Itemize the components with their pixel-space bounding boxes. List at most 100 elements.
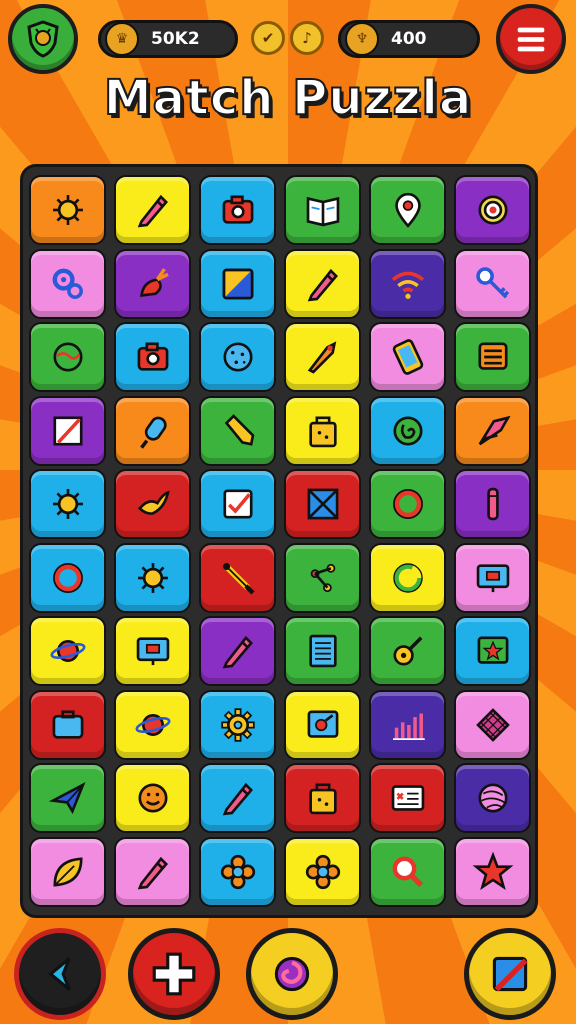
waffle-icon	[475, 707, 510, 742]
sun-icon	[52, 489, 83, 519]
music-coin-icon[interactable]: ♪	[290, 21, 324, 55]
camera-icon	[137, 342, 168, 371]
tile-r8-c1[interactable]	[29, 689, 106, 760]
tile-r9-c3[interactable]	[199, 763, 276, 833]
tile-r5-c5[interactable]	[369, 469, 446, 539]
tile-r4-c1[interactable]	[29, 395, 106, 466]
pencil-icon	[137, 856, 168, 889]
tile-r2-c5[interactable]	[369, 248, 446, 319]
tile-r4-c3[interactable]	[199, 395, 276, 466]
crayon-icon	[224, 413, 254, 446]
tile-r10-c1[interactable]	[29, 836, 106, 907]
tile-grid	[29, 175, 531, 907]
checkbox-icon	[222, 489, 253, 519]
tile-r8-c5[interactable]	[369, 689, 446, 760]
tile-r4-c2[interactable]	[114, 395, 191, 466]
tile-r3-c5[interactable]	[369, 322, 446, 392]
tile-r8-c2[interactable]	[114, 689, 191, 760]
tile-r9-c2[interactable]	[114, 763, 191, 833]
pencil-icon	[137, 194, 168, 228]
tile-r1-c5[interactable]	[369, 175, 446, 245]
tile-r5-c4[interactable]	[284, 469, 361, 539]
gems-counter: ♆ 400	[338, 20, 480, 58]
tile-r4-c6[interactable]	[454, 395, 531, 466]
monitor-icon	[136, 637, 169, 666]
menu-button[interactable]	[496, 4, 566, 74]
tile-r3-c6[interactable]	[454, 322, 531, 392]
tile-r8-c6[interactable]	[454, 689, 531, 760]
ring-icon	[392, 489, 423, 519]
back-button[interactable]	[14, 928, 106, 1020]
tile-r10-c6[interactable]	[454, 836, 531, 907]
gems-value: 400	[391, 29, 427, 49]
tile-r6-c1[interactable]	[29, 542, 106, 613]
bag-icon	[308, 415, 337, 447]
tile-r1-c2[interactable]	[114, 175, 191, 245]
tile-r2-c1[interactable]	[29, 248, 106, 319]
edit-button[interactable]	[464, 928, 556, 1020]
tile-r8-c3[interactable]	[199, 689, 276, 760]
special-button[interactable]	[246, 928, 338, 1020]
tile-r7-c4[interactable]	[284, 616, 361, 686]
back-arrow-icon	[48, 957, 71, 991]
tile-r10-c4[interactable]	[284, 836, 361, 907]
key-icon	[475, 266, 509, 298]
tile-r3-c1[interactable]	[29, 322, 106, 392]
flower-icon	[220, 854, 255, 889]
tile-r9-c6[interactable]	[454, 763, 531, 833]
refresh-icon	[392, 562, 423, 593]
guitar-icon	[392, 636, 422, 666]
tile-r4-c5[interactable]	[369, 395, 446, 466]
tile-r5-c6[interactable]	[454, 469, 531, 539]
tile-r6-c2[interactable]	[114, 542, 191, 613]
tile-r7-c5[interactable]	[369, 616, 446, 686]
globe-icon	[52, 342, 83, 372]
tile-r2-c4[interactable]	[284, 248, 361, 319]
tile-r6-c6[interactable]	[454, 542, 531, 613]
tile-r7-c3[interactable]	[199, 616, 276, 686]
list-icon	[477, 342, 508, 370]
tile-r3-c2[interactable]	[114, 322, 191, 392]
check-coin-icon[interactable]: ✔	[251, 21, 285, 55]
monitor-icon	[476, 563, 509, 592]
tile-r6-c4[interactable]	[284, 542, 361, 613]
add-button[interactable]	[128, 928, 220, 1020]
cookie-icon	[222, 342, 253, 372]
tile-r4-c4[interactable]	[284, 395, 361, 466]
crown-icon: ♛	[105, 22, 139, 56]
tile-r9-c1[interactable]	[29, 763, 106, 833]
tile-r1-c4[interactable]	[284, 175, 361, 245]
tile-r3-c3[interactable]	[199, 322, 276, 392]
tile-r10-c2[interactable]	[114, 836, 191, 907]
tile-r10-c5[interactable]	[369, 836, 446, 907]
tile-r5-c3[interactable]	[199, 469, 276, 539]
profile-button[interactable]	[8, 4, 78, 74]
note-icon	[52, 415, 83, 446]
tile-r7-c6[interactable]	[454, 616, 531, 686]
tile-r1-c6[interactable]	[454, 175, 531, 245]
tile-r6-c3[interactable]	[199, 542, 276, 613]
popsicle-icon	[139, 416, 167, 449]
tile-r2-c3[interactable]	[199, 248, 276, 319]
location-pin-icon	[394, 192, 421, 228]
tile-r1-c3[interactable]	[199, 175, 276, 245]
tile-r9-c4[interactable]	[284, 763, 361, 833]
tile-r2-c2[interactable]	[114, 248, 191, 319]
tile-r9-c5[interactable]	[369, 763, 446, 833]
tile-r10-c3[interactable]	[199, 836, 276, 907]
radish-icon	[139, 267, 169, 297]
tile-r3-c4[interactable]	[284, 322, 361, 392]
edit-icon	[492, 956, 528, 992]
tile-r1-c1[interactable]	[29, 175, 106, 245]
star-icon	[472, 851, 513, 890]
tile-r2-c6[interactable]	[454, 248, 531, 319]
compass-icon	[478, 415, 511, 445]
tile-r6-c5[interactable]	[369, 542, 446, 613]
tile-r8-c4[interactable]	[284, 689, 361, 760]
tile-r5-c2[interactable]	[114, 469, 191, 539]
tile-r7-c1[interactable]	[29, 616, 106, 686]
tile-r5-c1[interactable]	[29, 469, 106, 539]
briefcase-icon	[52, 709, 83, 739]
tile-r7-c2[interactable]	[114, 616, 191, 686]
card-icon	[391, 785, 424, 811]
